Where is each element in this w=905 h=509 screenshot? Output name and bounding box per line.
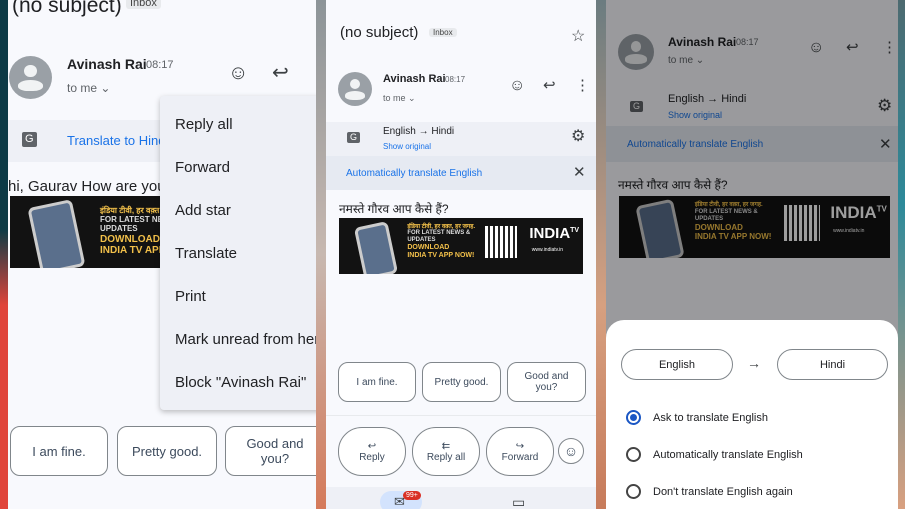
sender-name: Avinash Rai (383, 73, 446, 85)
emoji-reaction-button[interactable]: ☺ (558, 438, 584, 464)
more-options-icon[interactable]: ⋮ (575, 78, 590, 93)
google-translate-icon: G (22, 132, 37, 147)
recipient-toggle[interactable]: to me ⌄ (67, 81, 110, 95)
translate-link[interactable]: Translate to Hindi (67, 133, 168, 148)
smart-reply-chip[interactable]: I am fine. (10, 426, 108, 476)
menu-item-translate[interactable]: Translate (175, 245, 237, 262)
arrow-right-icon: → (747, 355, 761, 371)
recipient: to me (67, 81, 98, 95)
panel-message-menu: (no subject) Inbox Avinash Rai 08:17 to … (8, 0, 316, 509)
reply-button[interactable]: ↩ Reply (338, 427, 406, 476)
star-icon[interactable]: ☆ (571, 29, 585, 45)
smart-reply-chip[interactable]: I am fine. (338, 362, 416, 402)
forward-button[interactable]: ↪ Forward (486, 427, 554, 476)
translation-settings-sheet: English → Hindi Ask to translate English… (606, 320, 898, 509)
reply-icon[interactable]: ↩ (543, 78, 556, 93)
emoji-reaction-icon[interactable]: ☺ (228, 63, 248, 83)
google-translate-icon: G (347, 132, 361, 143)
email-body: hi, Gaurav How are you (8, 178, 166, 195)
menu-item-print[interactable]: Print (175, 288, 206, 305)
gear-icon[interactable]: ⚙ (571, 129, 585, 145)
email-subject: (no subject) (12, 0, 122, 17)
avatar[interactable] (9, 56, 52, 99)
bottom-nav (326, 487, 596, 509)
emoji-reaction-icon[interactable]: ☺ (509, 78, 525, 94)
radio-auto-translate[interactable] (626, 447, 641, 462)
sender-name: Avinash Rai (67, 56, 147, 72)
smart-reply-chip[interactable]: Good and you? (507, 362, 586, 402)
background-left (0, 0, 8, 509)
avatar[interactable] (338, 72, 372, 106)
option-label[interactable]: Ask to translate English (653, 412, 768, 424)
recipient: to me (383, 93, 406, 103)
target-language-button[interactable]: Hindi (777, 349, 888, 380)
divider (326, 415, 596, 416)
overflow-menu: Reply all Forward Add star Translate Pri… (160, 96, 316, 410)
smart-reply-chip[interactable]: Pretty good. (422, 362, 501, 402)
panel-translated-message: (no subject) Inbox ☆ Avinash Rai 08:17 t… (326, 0, 596, 509)
email-time: 08:17 (445, 75, 466, 84)
menu-item-reply-all[interactable]: Reply all (175, 116, 233, 133)
inbox-label[interactable]: Inbox (429, 28, 457, 37)
menu-item-add-star[interactable]: Add star (175, 202, 231, 219)
reply-icon: ↩ (367, 440, 377, 452)
show-original-link[interactable]: Show original (383, 142, 431, 151)
chevron-down-icon: ⌄ (100, 81, 111, 95)
chevron-down-icon: ⌄ (408, 93, 416, 103)
mail-unread-badge: 99+ (403, 491, 421, 500)
reply-all-icon: ⇇ (441, 440, 451, 452)
auto-translate-link[interactable]: Automatically translate English (346, 168, 482, 179)
translation-bar (326, 122, 596, 156)
source-language-button[interactable]: English (621, 349, 733, 380)
recipient-toggle[interactable]: to me ⌄ (383, 93, 416, 104)
inbox-label[interactable]: Inbox (126, 0, 161, 9)
smart-reply-chip[interactable]: Pretty good. (117, 426, 217, 476)
radio-dont-translate[interactable] (626, 484, 641, 499)
email-body-translated: नमस्ते गौरव आप कैसे हैं? (339, 202, 449, 216)
india-tv-ad-image[interactable]: इंडिया टीवी, हर वक़्त, हर जगह. FOR LATEST… (339, 218, 583, 274)
reply-icon[interactable]: ↩ (272, 63, 289, 83)
option-label[interactable]: Don't translate English again (653, 486, 793, 498)
radio-ask-to-translate[interactable] (626, 410, 641, 425)
email-subject: (no subject) (340, 24, 419, 41)
menu-item-block-sender[interactable]: Block "Avinash Rai" (175, 374, 306, 391)
email-time: 08:17 (146, 59, 174, 71)
close-icon[interactable]: ✕ (573, 165, 586, 180)
option-label[interactable]: Automatically translate English (653, 449, 803, 461)
emoji-icon: ☺ (563, 443, 579, 459)
background-right (898, 0, 905, 509)
nav-meet-video-icon[interactable]: ▭ (512, 495, 525, 509)
smart-reply-chip[interactable]: Good and you? (225, 426, 316, 476)
menu-item-forward[interactable]: Forward (175, 159, 230, 176)
background-gap (596, 0, 606, 509)
forward-icon: ↪ (515, 440, 525, 452)
translation-direction: English → Hindi (383, 126, 455, 137)
background-gap (316, 0, 326, 509)
menu-item-mark-unread[interactable]: Mark unread from here (175, 331, 316, 348)
reply-all-button[interactable]: ⇇ Reply all (412, 427, 480, 476)
panel-translation-settings: Avinash Rai 08:17 to me ⌄ ☺ ↩ ⋮ G Englis… (606, 0, 898, 509)
